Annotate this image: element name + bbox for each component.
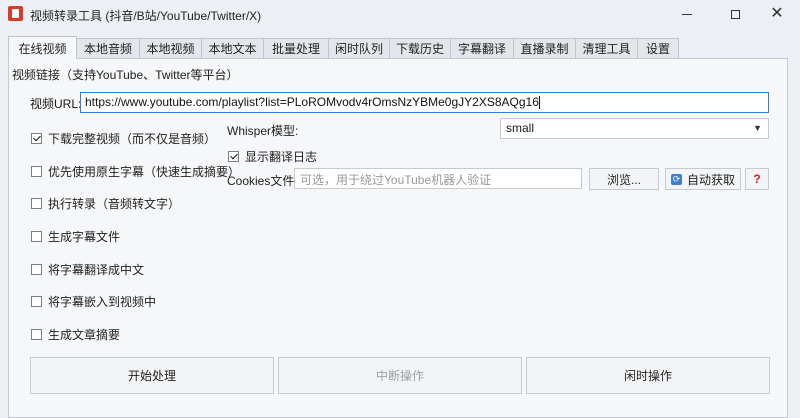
stop-button[interactable]: 中断操作 [278, 357, 522, 394]
checkbox-embed-subtitles[interactable]: 将字幕嵌入到视频中 [31, 293, 156, 310]
close-button[interactable]: ✕ [754, 0, 800, 28]
whisper-model-value: small [506, 121, 535, 135]
checkbox-label: 显示翻译日志 [245, 150, 318, 164]
tab-batch[interactable]: 批量处理 [263, 38, 329, 58]
url-input[interactable]: https://www.youtube.com/playlist?list=PL… [80, 92, 769, 113]
whisper-model-select[interactable]: small ▼ [500, 118, 769, 139]
checkbox-label: 执行转录（音频转文字） [48, 197, 181, 211]
close-icon: ✕ [770, 5, 784, 22]
start-button[interactable]: 开始处理 [30, 357, 274, 394]
checkbox-native-subtitles[interactable]: 优先使用原生字幕（快速生成摘要） [31, 163, 240, 180]
auto-fetch-button[interactable]: ⟳ 自动获取 [665, 168, 741, 190]
title-bar: 视频转录工具 (抖音/B站/YouTube/Twitter/X) ✕ [0, 0, 800, 28]
tab-subtitle-translate[interactable]: 字幕翻译 [450, 38, 514, 58]
chevron-down-icon: ▼ [753, 123, 762, 133]
tab-live-record[interactable]: 直播录制 [513, 38, 576, 58]
tab-local-audio[interactable]: 本地音频 [76, 38, 140, 58]
checkbox-download-full-video[interactable]: 下载完整视频（而不仅是音频） [31, 130, 216, 147]
whisper-label: Whisper模型: [227, 124, 299, 138]
minimize-icon [682, 13, 692, 15]
checkbox-box[interactable] [31, 231, 42, 242]
checkbox-label: 优先使用原生字幕（快速生成摘要） [48, 165, 241, 179]
checkbox-show-translation-log[interactable]: 显示翻译日志 [228, 148, 317, 165]
tab-local-text[interactable]: 本地文本 [201, 38, 264, 58]
help-button[interactable]: ? [745, 168, 769, 190]
checkbox-label: 下载完整视频（而不仅是音频） [48, 132, 217, 146]
checkbox-box[interactable] [31, 296, 42, 307]
checkbox-box[interactable] [31, 133, 42, 144]
checkbox-generate-subtitles[interactable]: 生成字幕文件 [31, 228, 120, 245]
text-caret [538, 96, 540, 110]
checkbox-label: 生成文章摘要 [48, 328, 121, 342]
browse-button[interactable]: 浏览... [589, 168, 659, 190]
tab-bar: 在线视频 本地音频 本地视频 本地文本 批量处理 闲时队列 下载历史 字幕翻译 … [8, 36, 679, 59]
tab-download-history[interactable]: 下载历史 [389, 38, 451, 58]
checkbox-box[interactable] [31, 329, 42, 340]
cookies-input[interactable]: 可选，用于绕过YouTube机器人验证 [294, 168, 582, 189]
checkbox-label: 将字幕翻译成中文 [48, 263, 145, 277]
checkbox-box[interactable] [31, 166, 42, 177]
maximize-icon [730, 9, 740, 19]
tab-settings[interactable]: 设置 [637, 38, 679, 58]
checkbox-box[interactable] [31, 264, 42, 275]
cookies-placeholder: 可选，用于绕过YouTube机器人验证 [300, 173, 492, 187]
tab-cleanup[interactable]: 清理工具 [575, 38, 638, 58]
group-title: 视频链接（支持YouTube、Twitter等平台） [12, 68, 239, 82]
window-title: 视频转录工具 (抖音/B站/YouTube/Twitter/X) [30, 9, 262, 23]
tab-local-video[interactable]: 本地视频 [139, 38, 202, 58]
checkbox-transcribe[interactable]: 执行转录（音频转文字） [31, 195, 180, 212]
maximize-button[interactable] [712, 0, 758, 28]
url-label: 视频URL: [30, 97, 82, 111]
checkbox-generate-summary[interactable]: 生成文章摘要 [31, 326, 120, 343]
app-icon [8, 6, 23, 21]
auto-fetch-label: 自动获取 [686, 172, 735, 187]
tab-idle-queue[interactable]: 闲时队列 [328, 38, 390, 58]
url-value: https://www.youtube.com/playlist?list=PL… [85, 95, 539, 109]
refresh-icon: ⟳ [670, 173, 682, 185]
tab-online-video[interactable]: 在线视频 [8, 36, 77, 59]
checkbox-translate-subtitles[interactable]: 将字幕翻译成中文 [31, 261, 144, 278]
cookies-label: Cookies文件: [227, 174, 298, 188]
checkbox-label: 将字幕嵌入到视频中 [48, 295, 157, 309]
checkbox-box[interactable] [228, 151, 239, 162]
idle-action-button[interactable]: 闲时操作 [526, 357, 770, 394]
minimize-button[interactable] [664, 0, 710, 28]
checkbox-box[interactable] [31, 198, 42, 209]
checkbox-label: 生成字幕文件 [48, 230, 121, 244]
